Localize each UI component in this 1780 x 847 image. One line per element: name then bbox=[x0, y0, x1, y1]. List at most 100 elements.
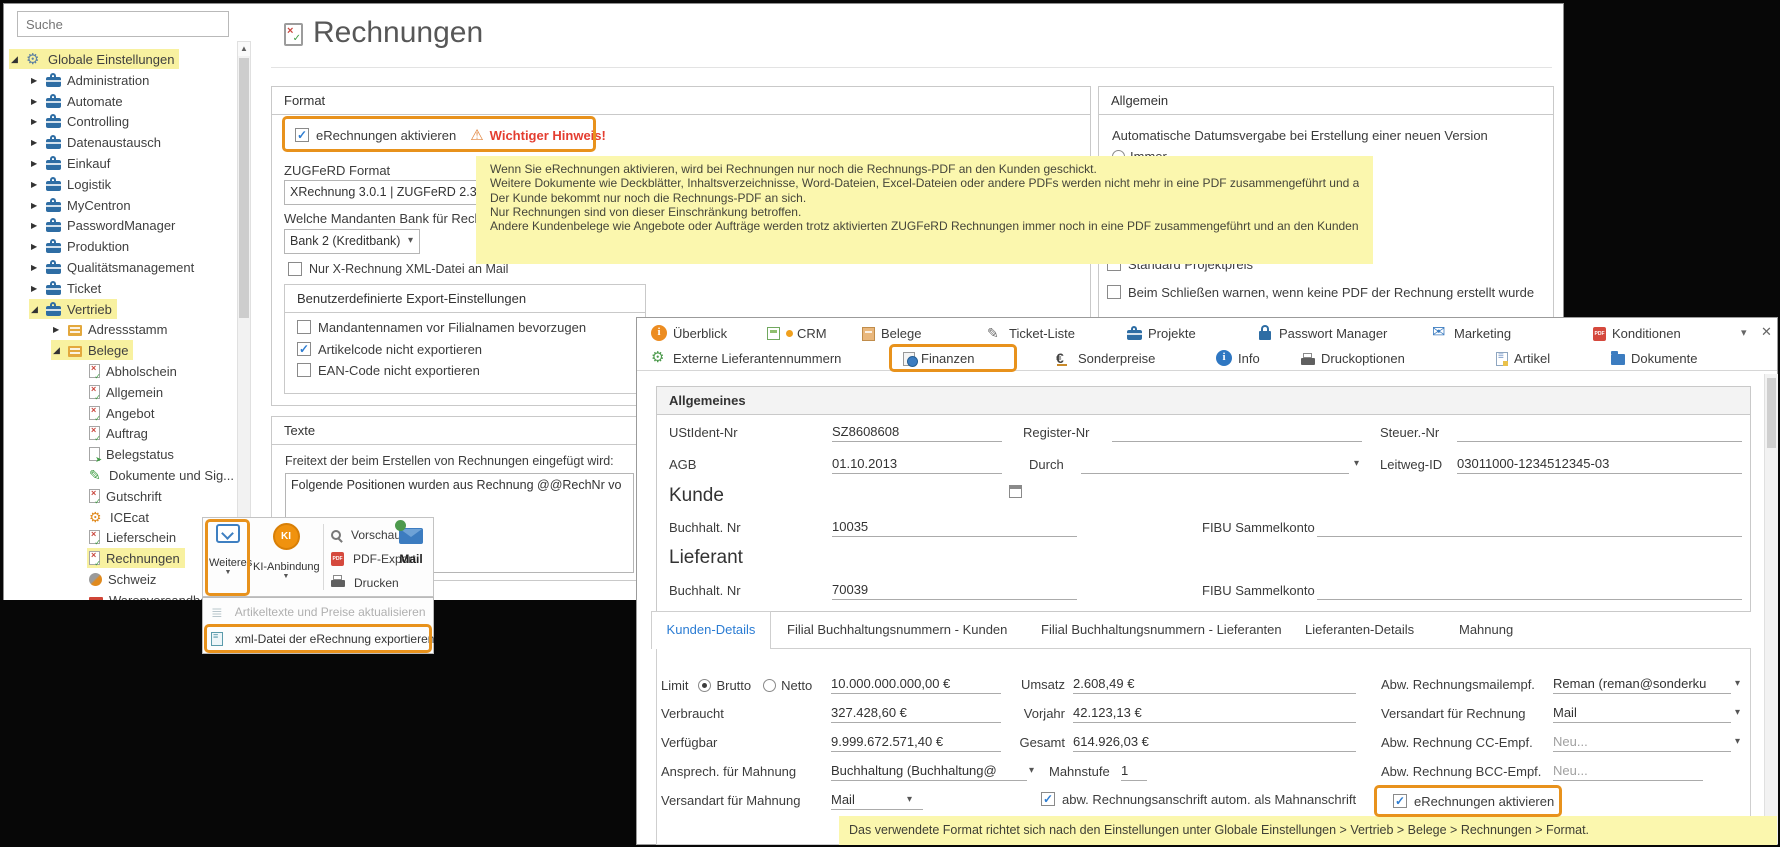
sidebar-item-lieferschein[interactable]: Lieferschein bbox=[87, 527, 181, 547]
chevron-down-icon[interactable] bbox=[1735, 678, 1740, 689]
tab-finanzen[interactable]: Finanzen bbox=[903, 348, 974, 368]
expand-arrow-icon[interactable] bbox=[31, 201, 46, 210]
scrollbar-up-icon[interactable]: ▲ bbox=[238, 42, 250, 56]
warn-close-row[interactable]: Beim Schließen warnen, wenn keine PDF de… bbox=[1107, 284, 1534, 300]
brutto-radio[interactable] bbox=[698, 679, 711, 692]
sidebar-item-datenaustausch[interactable]: Datenaustausch bbox=[29, 132, 166, 152]
calendar-icon[interactable] bbox=[1009, 485, 1022, 498]
sidebar-item-controlling[interactable]: Controlling bbox=[29, 111, 134, 131]
finanzen-scrollbar[interactable] bbox=[1764, 374, 1778, 844]
sidebar-item-passwordmanager[interactable]: PasswordManager bbox=[29, 215, 180, 235]
sidebar-item-angebot[interactable]: Angebot bbox=[87, 403, 159, 423]
sidebar-item-vertrieb[interactable]: Vertrieb bbox=[29, 299, 117, 319]
expand-arrow-icon[interactable] bbox=[31, 117, 46, 126]
expand-arrow-icon[interactable] bbox=[31, 242, 46, 251]
scrollbar-thumb[interactable] bbox=[239, 58, 249, 318]
sidebar-item-gutschrift[interactable]: Gutschrift bbox=[87, 486, 167, 506]
zugferd-format-input[interactable]: XRechnung 3.0.1 | ZUGFeRD 2.3.3 (gül bbox=[284, 180, 506, 205]
expand-arrow-icon[interactable] bbox=[31, 304, 46, 315]
tab-kunden-details[interactable]: Kunden-Details bbox=[651, 611, 771, 649]
artikelcode-row[interactable]: Artikelcode nicht exportieren bbox=[297, 341, 482, 357]
sidebar-item-administration[interactable]: Administration bbox=[29, 70, 154, 90]
durch-dropdown[interactable] bbox=[1081, 455, 1349, 474]
search-input[interactable] bbox=[17, 11, 229, 37]
abw-bcc-field[interactable]: Neu... bbox=[1553, 762, 1703, 781]
window-dropdown-icon[interactable]: ▾ bbox=[1741, 326, 1747, 339]
kunde-fibu-field[interactable] bbox=[1317, 518, 1742, 537]
expand-arrow-icon[interactable] bbox=[53, 345, 68, 356]
ki-anbindung-button[interactable]: KI KI-Anbindung ▼ bbox=[253, 522, 319, 592]
tab-mahnung[interactable]: Mahnung bbox=[1459, 622, 1513, 637]
xml-only-checkbox[interactable] bbox=[288, 262, 302, 276]
mahnstufe-field[interactable]: 1 bbox=[1121, 762, 1147, 781]
tab-ueberblick[interactable]: Überblick bbox=[651, 323, 727, 343]
expand-arrow-icon[interactable] bbox=[53, 325, 68, 334]
tab-passwort-manager[interactable]: Passwort Manager bbox=[1257, 323, 1387, 343]
mail-button[interactable]: Mail bbox=[393, 520, 429, 592]
gesamt-field[interactable]: 614.926,03 € bbox=[1073, 733, 1356, 752]
netto-radio[interactable] bbox=[763, 679, 776, 692]
sidebar-item-ticket[interactable]: Ticket bbox=[29, 278, 106, 298]
tab-filial-kunden[interactable]: Filial Buchhaltungsnummern - Kunden bbox=[787, 622, 1007, 637]
sidebar-item-icecat[interactable]: ICEcat bbox=[87, 507, 154, 527]
verbraucht-field[interactable]: 327.428,60 € bbox=[831, 704, 1001, 723]
expand-arrow-icon[interactable] bbox=[31, 159, 46, 168]
sidebar-item-automate[interactable]: Automate bbox=[29, 91, 128, 111]
limit-field[interactable]: 10.000.000.000,00 € bbox=[831, 675, 1001, 694]
weiteres-button[interactable]: Weiteres ▼ bbox=[209, 522, 247, 592]
chevron-down-icon[interactable] bbox=[1735, 736, 1740, 747]
sidebar-item-auftrag[interactable]: Auftrag bbox=[87, 423, 153, 443]
sidebar-item-belege[interactable]: Belege bbox=[51, 340, 133, 360]
expand-arrow-icon[interactable] bbox=[31, 76, 46, 85]
abw-cc-dropdown[interactable]: Neu... bbox=[1553, 733, 1731, 752]
sidebar-item-belegstatus[interactable]: Belegstatus bbox=[87, 444, 179, 464]
sidebar-item-globale-einstellungen[interactable]: Globale Einstellungen bbox=[9, 49, 179, 69]
tab-dokumente[interactable]: Dokumente bbox=[1611, 348, 1697, 368]
sidebar-item-mycentron[interactable]: MyCentron bbox=[29, 195, 136, 215]
mandantennamen-row[interactable]: Mandantennamen vor Filialnamen bevorzuge… bbox=[297, 319, 586, 335]
artikelcode-checkbox[interactable] bbox=[297, 342, 311, 356]
expand-arrow-icon[interactable] bbox=[31, 138, 46, 147]
chevron-down-icon[interactable] bbox=[1029, 765, 1034, 776]
verfuegbar-field[interactable]: 9.999.672.571,40 € bbox=[831, 733, 1001, 752]
tab-projekte[interactable]: Projekte bbox=[1127, 323, 1196, 343]
mandantennamen-checkbox[interactable] bbox=[297, 320, 311, 334]
scrollbar-thumb[interactable] bbox=[1767, 378, 1776, 448]
vorschau-button[interactable]: Vorschau bbox=[331, 527, 401, 543]
chevron-down-icon[interactable] bbox=[1354, 458, 1359, 469]
tab-artikel[interactable]: Artikel bbox=[1496, 348, 1550, 368]
chevron-down-icon[interactable] bbox=[907, 794, 912, 805]
tab-info[interactable]: Info bbox=[1216, 348, 1260, 368]
erechnungen-aktivieren-row[interactable]: eRechnungen aktivieren Wichtiger Hinweis… bbox=[295, 127, 606, 143]
close-icon[interactable]: ✕ bbox=[1761, 324, 1772, 340]
chevron-down-icon[interactable] bbox=[1735, 707, 1740, 718]
erechnungen-aktivieren-row-finanzen[interactable]: eRechnungen aktivieren bbox=[1393, 793, 1554, 809]
leitweg-id-field[interactable]: 03011000-1234512345-03 bbox=[1457, 455, 1742, 474]
sidebar-item-produktion[interactable]: Produktion bbox=[29, 236, 134, 256]
expand-arrow-icon[interactable] bbox=[31, 180, 46, 189]
sidebar-item-dokumente-und-sig[interactable]: Dokumente und Sig... bbox=[87, 465, 239, 485]
tab-belege[interactable]: Belege bbox=[862, 323, 921, 343]
expand-arrow-icon[interactable] bbox=[31, 284, 46, 293]
agb-date-field[interactable]: 01.10.2013 bbox=[832, 455, 1002, 474]
tab-externe-lieferantennummern[interactable]: Externe Lieferantennummern bbox=[651, 348, 841, 368]
sidebar-item-schweiz[interactable]: Schweiz bbox=[87, 569, 161, 589]
eancode-checkbox[interactable] bbox=[297, 363, 311, 377]
ansprech-mahnung-dropdown[interactable]: Buchhaltung (Buchhaltung@ bbox=[831, 762, 1027, 781]
tab-druckoptionen[interactable]: Druckoptionen bbox=[1301, 348, 1405, 368]
tab-crm[interactable]: CRM bbox=[767, 323, 827, 343]
register-nr-field[interactable] bbox=[1112, 423, 1362, 442]
erechnungen-checkbox-finanzen[interactable] bbox=[1393, 794, 1407, 808]
sidebar-item-abholschein[interactable]: Abholschein bbox=[87, 361, 182, 381]
expand-arrow-icon[interactable] bbox=[31, 221, 46, 230]
bank-dropdown[interactable]: Bank 2 (Kreditbank) bbox=[284, 229, 420, 254]
expand-arrow-icon[interactable] bbox=[31, 263, 46, 272]
tab-lieferanten-details[interactable]: Lieferanten-Details bbox=[1305, 622, 1414, 637]
expand-arrow-icon[interactable] bbox=[11, 54, 26, 65]
warn-close-checkbox[interactable] bbox=[1107, 285, 1121, 299]
tab-konditionen[interactable]: Konditionen bbox=[1593, 323, 1681, 343]
lieferant-fibu-field[interactable] bbox=[1317, 581, 1742, 600]
sidebar-item-adressstamm[interactable]: Adressstamm bbox=[51, 319, 172, 339]
vorjahr-field[interactable]: 42.123,13 € bbox=[1073, 704, 1356, 723]
drucken-button[interactable]: Drucken bbox=[331, 575, 399, 591]
